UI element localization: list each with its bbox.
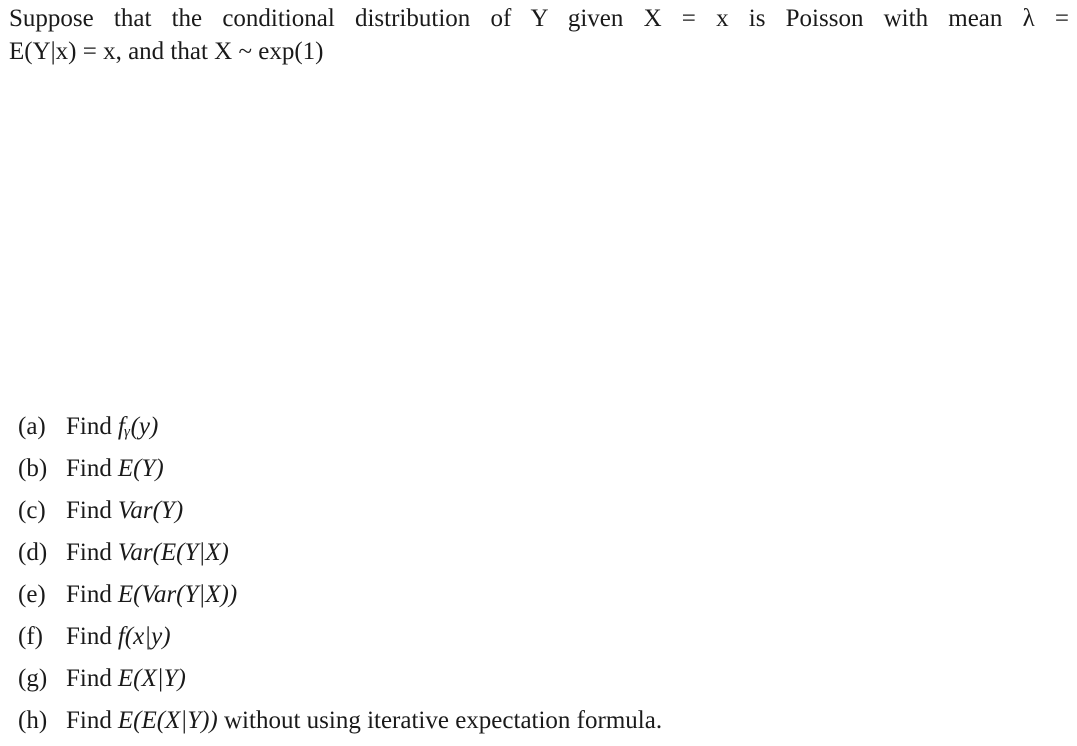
question-part-f: (f) Find f(x|y): [18, 616, 662, 658]
part-expression: E(X|Y): [117, 665, 186, 692]
problem-statement: Suppose that the conditional distributio…: [9, 2, 1069, 68]
part-expression: E(Var(Y|X)): [117, 581, 238, 608]
part-label: (c): [18, 497, 46, 524]
part-verb: Find: [66, 413, 112, 440]
part-expression: Var(E(Y|X): [117, 539, 229, 566]
question-part-g: (g) Find E(X|Y): [18, 658, 662, 700]
part-expression: E(E(X|Y)): [117, 707, 218, 734]
part-verb: Find: [66, 581, 112, 608]
part-label: (h): [18, 707, 48, 734]
part-verb: Find: [66, 707, 112, 734]
question-part-d: (d) Find Var(E(Y|X): [18, 532, 662, 574]
question-part-c: (c) Find Var(Y): [18, 490, 662, 532]
part-label: (f): [18, 623, 43, 650]
part-label: (e): [18, 581, 46, 608]
question-part-h: (h) Find E(E(X|Y)) without using iterative…: [18, 700, 662, 742]
question-part-a: (a) Find fᵧ(y): [18, 406, 662, 448]
part-label: (b): [18, 455, 48, 482]
part-verb: Find: [66, 497, 112, 524]
part-label: (g): [18, 665, 48, 692]
question-part-e: (e) Find E(Var(Y|X)): [18, 574, 662, 616]
part-verb: Find: [66, 623, 112, 650]
problem-intro-line-2: E(Y|x) = x, and that X ~ exp(1): [9, 38, 324, 65]
part-verb: Find: [66, 665, 112, 692]
problem-intro-line-1: Suppose that the conditional distributio…: [9, 5, 1069, 32]
part-verb: Find: [66, 539, 112, 566]
part-expression: fᵧ(y): [117, 413, 159, 440]
question-parts-list: (a) Find fᵧ(y) (b) Find E(Y) (c) Find Var(Y) (…: [18, 406, 662, 742]
part-expression: Var(Y): [117, 497, 184, 524]
part-verb: Find: [66, 455, 112, 482]
part-label: (a): [18, 413, 46, 440]
part-expression: f(x|y): [117, 623, 171, 650]
part-tail: without using iterative expectation form…: [217, 707, 663, 734]
part-expression: E(Y): [117, 455, 164, 482]
question-part-b: (b) Find E(Y): [18, 448, 662, 490]
part-label: (d): [18, 539, 48, 566]
